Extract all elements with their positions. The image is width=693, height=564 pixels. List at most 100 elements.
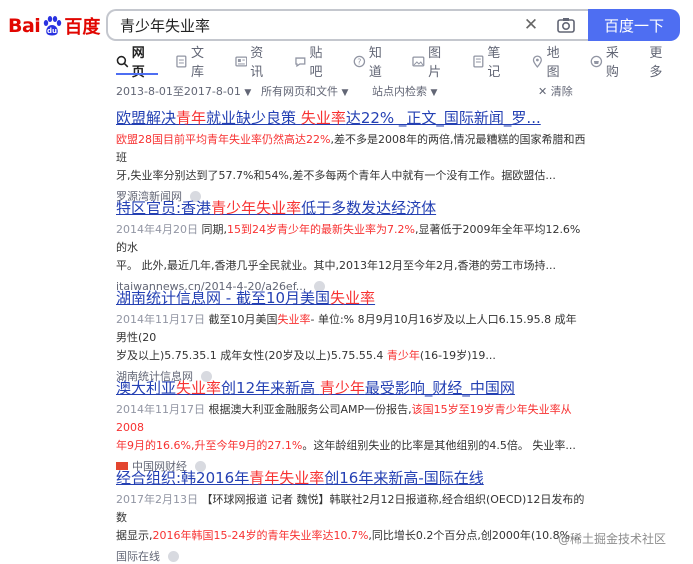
result-item: 欧盟解决青年就业缺少良策 失业率达22% _正文_国际新闻_罗... 欧盟28国目… bbox=[116, 108, 586, 204]
title-text: 最受影响_财经_中国网 bbox=[364, 379, 515, 397]
title-text: 创16年来新高-国际在线 bbox=[324, 469, 484, 487]
search-icon bbox=[116, 55, 129, 67]
result-date: 2014年4月20日 bbox=[116, 223, 202, 236]
abstract-highlight: 2016年韩国15-24岁的青年失业率达10.7% bbox=[152, 529, 369, 542]
tab-label: 文库 bbox=[191, 46, 205, 80]
search-input[interactable] bbox=[118, 15, 512, 35]
abstract-highlight: 青少年 bbox=[386, 349, 420, 362]
note-icon bbox=[472, 54, 484, 68]
result-item: 澳大利亚失业率创12年来新高 青少年最受影响_财经_中国网 2014年11月17日… bbox=[116, 378, 586, 474]
news-icon bbox=[234, 55, 247, 67]
abstract-highlight: 欧盟28国目前平均青年失业率仍然高达22% bbox=[116, 133, 331, 146]
date-filter[interactable]: 2013-8-01至2017-8-01 ▼ bbox=[116, 83, 251, 99]
site-filter[interactable]: 站点内检索 ▼ bbox=[372, 83, 437, 99]
abstract-highlight: 15到24岁青少年的最新失业率为7.2% bbox=[227, 223, 415, 236]
tab-news[interactable]: 资讯 bbox=[234, 46, 276, 80]
close-icon: ✕ bbox=[538, 85, 548, 98]
result-date: 2014年11月17日 bbox=[116, 313, 209, 326]
title-text: 创12年来新高 bbox=[221, 379, 320, 397]
title-text: 欧盟解决 bbox=[116, 109, 177, 127]
tab-web[interactable]: 网页 bbox=[116, 46, 157, 80]
result-item: 特区官员:香港青少年失业率低于多数发达经济体 2014年4月20日 同期,15到2… bbox=[116, 198, 586, 294]
result-date: 2014年11月17日 bbox=[116, 403, 209, 416]
source-name[interactable]: 国际在线 bbox=[116, 548, 160, 564]
title-highlight: 失业率 bbox=[300, 109, 346, 127]
abstract-text: 岁及以上)5.75.35.1 成年女性(20岁及以上)5.75.55.4 bbox=[116, 349, 387, 362]
title-text: 湖南统计信息网 - 截至10月美国 bbox=[116, 289, 331, 307]
abstract-line: 2014年11月17日 截至10月美国失业率- 单位:% 8月9月10月16岁及… bbox=[116, 311, 586, 347]
result-title-link[interactable]: 经合组织:韩2016年青年失业率创16年来新高-国际在线 bbox=[116, 468, 586, 488]
title-text: 澳大利亚 bbox=[116, 379, 177, 397]
result-item: 经合组织:韩2016年青年失业率创16年来新高-国际在线 2017年2月13日 【… bbox=[116, 468, 586, 564]
result-title-link[interactable]: 欧盟解决青年就业缺少良策 失业率达22% _正文_国际新闻_罗... bbox=[116, 108, 586, 128]
abstract-text: (16-19岁)19... bbox=[419, 349, 496, 362]
watermark: @稀土掘金技术社区 bbox=[558, 532, 667, 546]
type-filter[interactable]: 所有网页和文件 ▼ bbox=[261, 83, 348, 99]
tab-wenku[interactable]: 文库 bbox=[175, 46, 216, 80]
title-text: 达22% _正文_国际新闻_罗... bbox=[345, 109, 541, 127]
title-text: 低于多数发达经济体 bbox=[301, 199, 437, 217]
tab-label: 贴吧 bbox=[309, 46, 323, 80]
clear-filter-button[interactable]: ✕ 清除 bbox=[538, 83, 573, 99]
baidu-logo[interactable]: Bai du 百度 bbox=[8, 12, 100, 40]
tieba-icon bbox=[295, 56, 306, 67]
abstract-highlight: 年9月的16.6%,升至今年9月的27.1% bbox=[116, 439, 303, 452]
result-source: 国际在线 bbox=[116, 548, 586, 564]
abstract-line: 2014年11月17日 根据澳大利亚金融服务公司AMP一份报告,该国15岁至19… bbox=[116, 401, 586, 437]
result-date: 2017年2月13日 bbox=[116, 493, 202, 506]
abstract-text: 据显示, bbox=[116, 529, 153, 542]
abstract-line: 年9月的16.6%,升至今年9月的27.1%。这年龄组别失业的比率是其他组别的4… bbox=[116, 437, 586, 455]
result-item: 湖南统计信息网 - 截至10月美国失业率 2014年11月17日 截至10月美国失… bbox=[116, 288, 586, 384]
tab-shopping[interactable]: 采购 bbox=[590, 46, 631, 80]
result-abstract: 2014年4月20日 同期,15到24岁青少年的最新失业率为7.2%,显著低于2… bbox=[116, 221, 586, 275]
chevron-down-icon: ▼ bbox=[341, 88, 349, 98]
tab-label: 地图 bbox=[546, 46, 560, 80]
result-title-link[interactable]: 澳大利亚失业率创12年来新高 青少年最受影响_财经_中国网 bbox=[116, 378, 586, 398]
question-icon: ? bbox=[353, 55, 366, 67]
abstract-line: 2017年2月13日 【环球网报道 记者 魏悦】韩联社2月12日报道称,经合组织… bbox=[116, 491, 586, 527]
search-box[interactable]: ✕ bbox=[106, 9, 588, 41]
camera-icon[interactable] bbox=[556, 15, 576, 35]
abstract-text: 。这年龄组别失业的比率是其他组别的4.5倍。 失业率... bbox=[302, 439, 576, 452]
tab-more[interactable]: 更多 bbox=[649, 46, 675, 80]
clear-icon[interactable]: ✕ bbox=[522, 16, 540, 34]
search-tabs: 网页 文库 资讯 贴吧 ? 知道 图片 笔记 地图 采购 更多 bbox=[116, 46, 693, 80]
abstract-line: 据显示,2016年韩国15-24岁的青年失业率达10.7%,同比增长0.2个百分… bbox=[116, 527, 586, 545]
image-icon bbox=[412, 55, 425, 67]
shopping-icon bbox=[590, 55, 603, 67]
map-icon bbox=[532, 54, 542, 68]
tab-label: 更多 bbox=[649, 46, 663, 80]
result-abstract: 2017年2月13日 【环球网报道 记者 魏悦】韩联社2月12日报道称,经合组织… bbox=[116, 491, 586, 545]
filter-bar: 2013-8-01至2017-8-01 ▼ 所有网页和文件 ▼ 站点内检索 ▼ … bbox=[116, 83, 676, 99]
title-highlight: 青少年 bbox=[319, 379, 365, 397]
abstract-text: 牙,失业率分别达到了57.7%和54%,差不多每两个青年人中就有一个没有工作。据… bbox=[116, 169, 556, 182]
abstract-line: 岁及以上)5.75.35.1 成年女性(20岁及以上)5.75.55.4 青少年… bbox=[116, 347, 586, 365]
chevron-down-icon: ▼ bbox=[244, 88, 252, 98]
clear-filter-label: 清除 bbox=[550, 85, 573, 98]
result-title-link[interactable]: 特区官员:香港青少年失业率低于多数发达经济体 bbox=[116, 198, 586, 218]
result-abstract: 2014年11月17日 截至10月美国失业率- 单位:% 8月9月10月16岁及… bbox=[116, 311, 586, 365]
type-filter-label: 所有网页和文件 bbox=[261, 85, 338, 98]
title-highlight: 失业率 bbox=[330, 289, 376, 307]
abstract-text: ,同比增长0.2个百分点,创2000年(10.8%... bbox=[368, 529, 581, 542]
tab-label: 采购 bbox=[605, 46, 619, 80]
svg-text:du: du bbox=[47, 27, 57, 35]
abstract-line: 欧盟28国目前平均青年失业率仍然高达22%,差不多是2008年的两倍,情况最糟糕… bbox=[116, 131, 586, 167]
tab-zhidao[interactable]: ? 知道 bbox=[353, 46, 394, 80]
tab-map[interactable]: 地图 bbox=[531, 46, 572, 80]
tab-label: 资讯 bbox=[250, 46, 264, 80]
more-options-icon[interactable] bbox=[168, 550, 179, 562]
tab-tieba[interactable]: 贴吧 bbox=[294, 46, 335, 80]
tab-images[interactable]: 图片 bbox=[412, 46, 453, 80]
abstract-text: 同期, bbox=[201, 223, 228, 236]
abstract-line: 2014年4月20日 同期,15到24岁青少年的最新失业率为7.2%,显著低于2… bbox=[116, 221, 586, 257]
tab-notes[interactable]: 笔记 bbox=[472, 46, 513, 80]
date-filter-label: 2013-8-01至2017-8-01 bbox=[116, 85, 241, 98]
search-button[interactable]: 百度一下 bbox=[588, 9, 680, 41]
abstract-highlight: 失业率 bbox=[277, 313, 311, 326]
tab-label: 笔记 bbox=[487, 46, 501, 80]
result-title-link[interactable]: 湖南统计信息网 - 截至10月美国失业率 bbox=[116, 288, 586, 308]
paw-icon: du bbox=[44, 16, 62, 36]
result-abstract: 欧盟28国目前平均青年失业率仍然高达22%,差不多是2008年的两倍,情况最糟糕… bbox=[116, 131, 586, 185]
header: Bai du 百度 ✕ 百度一下 bbox=[0, 0, 693, 52]
